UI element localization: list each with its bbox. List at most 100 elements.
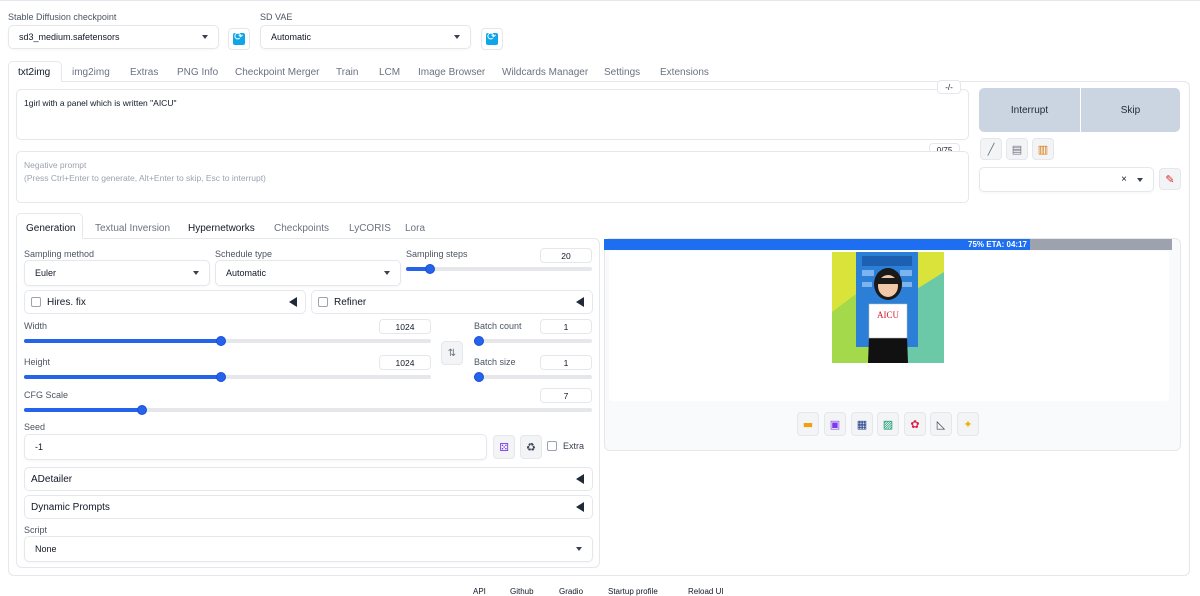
extra-checkbox[interactable] xyxy=(547,441,557,451)
tab-extensions[interactable]: Extensions xyxy=(660,67,709,78)
progress-fill xyxy=(604,239,1030,250)
refiner-label: Refiner xyxy=(334,296,367,308)
zip-icon[interactable]: ▦ xyxy=(851,412,873,436)
height-knob[interactable] xyxy=(215,372,226,382)
batch-size-input[interactable]: 1 xyxy=(540,355,592,370)
cfg-scale-input[interactable]: 7 xyxy=(540,388,592,403)
preview-panel-text: AICU xyxy=(877,310,899,320)
subtab-textual-inversion[interactable]: Textual Inversion xyxy=(95,223,170,234)
preview-image[interactable]: AICU xyxy=(832,252,944,363)
interrupt-button[interactable]: Interrupt xyxy=(979,88,1080,132)
hires-fix-checkbox[interactable] xyxy=(31,297,41,307)
refiner-accordion[interactable]: Refiner xyxy=(311,290,593,314)
negative-prompt-label: Negative prompt xyxy=(24,160,87,170)
tab-wildcards-manager[interactable]: Wildcards Manager xyxy=(502,67,588,78)
footer-link-github[interactable]: Github xyxy=(510,587,534,596)
swap-dimensions-icon[interactable]: ⇅ xyxy=(441,341,463,365)
dice-icon[interactable]: ⚄ xyxy=(493,435,515,459)
width-input[interactable]: 1024 xyxy=(379,319,431,334)
styles-select[interactable]: × xyxy=(979,167,1154,192)
cfg-scale-label: CFG Scale xyxy=(24,390,69,400)
chevron-down-icon xyxy=(384,271,390,275)
batch-count-input[interactable]: 1 xyxy=(540,319,592,334)
trash-icon[interactable]: ▤ xyxy=(1006,138,1028,160)
batch-size-knob[interactable] xyxy=(474,372,484,382)
chevron-down-icon xyxy=(202,35,208,39)
adetailer-label: ADetailer xyxy=(31,473,73,485)
progress-bar: 75% ETA: 04:17 xyxy=(604,239,1172,250)
extra-checkbox-row[interactable]: Extra xyxy=(547,441,584,451)
subtab-generation[interactable]: Generation xyxy=(26,223,75,234)
adetailer-accordion[interactable]: ADetailer xyxy=(24,467,593,491)
refiner-checkbox[interactable] xyxy=(318,297,328,307)
send-to-inpaint-icon[interactable]: ✿ xyxy=(904,412,926,436)
batch-count-label: Batch count xyxy=(474,321,522,331)
seed-label: Seed xyxy=(24,422,46,432)
batch-count-slider[interactable] xyxy=(474,336,592,346)
cfg-scale-knob[interactable] xyxy=(136,405,147,415)
subtab-checkpoints[interactable]: Checkpoints xyxy=(274,223,329,234)
hires-fix-accordion[interactable]: Hires. fix xyxy=(24,290,306,314)
progress-text: 75% ETA: 04:17 xyxy=(968,240,1027,249)
tab-train[interactable]: Train xyxy=(336,67,358,78)
footer-link-api[interactable]: API xyxy=(473,587,486,596)
footer-link-startup-profile[interactable]: Startup profile xyxy=(608,587,658,596)
tab-txt2img[interactable]: txt2img xyxy=(18,67,50,78)
schedule-type-value: Automatic xyxy=(226,268,267,278)
refresh-icon xyxy=(486,30,498,45)
height-slider[interactable] xyxy=(24,372,431,382)
refresh-checkpoint-button[interactable] xyxy=(228,28,250,50)
width-knob[interactable] xyxy=(215,336,226,346)
width-slider[interactable] xyxy=(24,336,431,346)
save-icon[interactable]: ▣ xyxy=(824,412,846,436)
footer-link-gradio[interactable]: Gradio xyxy=(559,587,583,596)
script-select[interactable]: None xyxy=(24,536,593,562)
height-fill xyxy=(24,375,221,379)
tab-image-browser[interactable]: Image Browser xyxy=(418,67,485,78)
sampling-method-select[interactable]: Euler xyxy=(24,260,210,286)
sampling-steps-slider[interactable] xyxy=(406,264,592,274)
batch-size-slider[interactable] xyxy=(474,372,592,382)
batch-count-knob[interactable] xyxy=(474,336,484,346)
tab-checkpoint-merger[interactable]: Checkpoint Merger xyxy=(235,67,319,78)
height-label: Height xyxy=(24,357,51,367)
subtab-lora[interactable]: Lora xyxy=(405,223,425,234)
tab-extras[interactable]: Extras xyxy=(130,67,158,78)
brush-icon[interactable]: ✎ xyxy=(1159,168,1181,190)
vae-select[interactable]: Automatic xyxy=(260,25,471,49)
dynamic-prompts-accordion[interactable]: Dynamic Prompts xyxy=(24,495,593,519)
refresh-vae-button[interactable] xyxy=(481,28,503,50)
sampling-steps-knob[interactable] xyxy=(424,264,435,274)
height-input[interactable]: 1024 xyxy=(379,355,431,370)
skip-button[interactable]: Skip xyxy=(1081,88,1180,132)
subtab-lycoris[interactable]: LyCORIS xyxy=(349,223,391,234)
prompt-input[interactable]: 1girl with a panel which is written "AIC… xyxy=(16,89,969,140)
sampling-steps-input[interactable]: 20 xyxy=(540,248,592,263)
checkpoint-select[interactable]: sd3_medium.safetensors xyxy=(8,25,219,49)
tab-img2img[interactable]: img2img xyxy=(72,67,110,78)
schedule-type-select[interactable]: Automatic xyxy=(215,260,401,286)
tab-lcm[interactable]: LCM xyxy=(379,67,400,78)
subtab-hypernetworks[interactable]: Hypernetworks xyxy=(188,223,255,234)
pencil-icon[interactable]: ╱ xyxy=(980,138,1002,160)
prompt-text: 1girl with a panel which is written "AIC… xyxy=(24,98,177,108)
clipboard-icon[interactable]: ▥ xyxy=(1032,138,1054,160)
negative-prompt-input[interactable]: Negative prompt (Press Ctrl+Enter to gen… xyxy=(16,151,969,203)
sparkle-icon[interactable]: ✦ xyxy=(957,412,979,436)
tab-settings[interactable]: Settings xyxy=(604,67,640,78)
send-to-img2img-icon[interactable]: ▨ xyxy=(877,412,899,436)
cfg-scale-slider[interactable] xyxy=(24,405,592,415)
clear-styles-icon[interactable]: × xyxy=(1121,174,1127,185)
tab-png-info[interactable]: PNG Info xyxy=(177,67,218,78)
sampling-steps-label: Sampling steps xyxy=(406,249,468,259)
send-to-extras-icon[interactable]: ◺ xyxy=(930,412,952,436)
width-fill xyxy=(24,339,221,343)
recycle-icon[interactable]: ♻ xyxy=(520,435,542,459)
hires-fix-label: Hires. fix xyxy=(47,296,86,308)
folder-icon[interactable]: ▬ xyxy=(797,412,819,436)
footer-link-reload-ui[interactable]: Reload UI xyxy=(688,587,724,596)
collapse-arrow-icon xyxy=(576,502,584,512)
seed-input[interactable]: -1 xyxy=(24,434,487,460)
prompt-toggle-button[interactable]: -/- xyxy=(937,80,961,94)
schedule-type-label: Schedule type xyxy=(215,249,273,259)
